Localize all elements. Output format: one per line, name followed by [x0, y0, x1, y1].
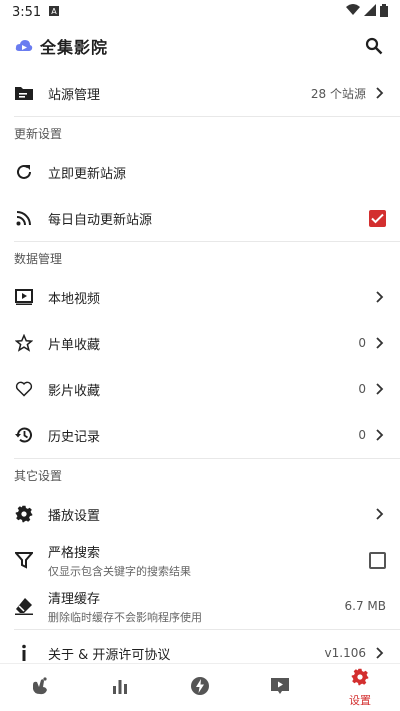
playback-settings-label: 播放设置: [48, 508, 101, 524]
tab-discover[interactable]: [160, 664, 240, 711]
tab-settings[interactable]: 设置: [320, 664, 400, 711]
auto-update-label: 每日自动更新站源: [48, 212, 153, 228]
clear-cache-label: 清理缓存: [48, 591, 101, 607]
version-value: v1.106: [324, 646, 366, 660]
star-icon: [14, 333, 34, 353]
strict-search-texts: 严格搜索 仅显示包含关键字的搜索结果: [48, 542, 191, 579]
gear-icon: [14, 504, 34, 524]
history-label: 历史记录: [48, 429, 101, 445]
source-count: 28 个站源: [310, 86, 366, 101]
chevron-right-icon: [376, 336, 386, 350]
signal-icon: [364, 4, 376, 20]
source-management-row[interactable]: 站源管理 28 个站源: [0, 70, 400, 116]
history-icon: [14, 425, 34, 445]
section-header-other: 其它设置: [14, 468, 63, 483]
playlist-favorites-label: 片单收藏: [48, 337, 101, 353]
tab-video[interactable]: [240, 664, 320, 711]
movie-favorites-count: 0: [358, 382, 366, 396]
folder-icon: [14, 83, 34, 103]
history-count: 0: [358, 428, 366, 442]
tab-home[interactable]: [0, 664, 80, 711]
local-video-label: 本地视频: [48, 291, 101, 307]
wifi-icon: [346, 4, 360, 20]
chevron-right-icon: [376, 428, 386, 442]
eraser-icon: [14, 596, 34, 616]
playback-settings-row[interactable]: 播放设置: [0, 491, 400, 537]
app-title: 全集影院: [40, 38, 109, 57]
update-now-label: 立即更新站源: [48, 166, 127, 182]
auto-update-checkbox[interactable]: [369, 209, 386, 227]
status-time: 3:51: [12, 4, 42, 20]
about-row[interactable]: 关于 & 开源许可协议 v1.106: [0, 630, 400, 664]
source-management-label: 站源管理: [48, 87, 101, 103]
playlist-favorites-count: 0: [358, 336, 366, 350]
playlist-favorites-row[interactable]: 片单收藏 0: [0, 320, 400, 366]
svg-text:A: A: [51, 7, 57, 16]
clear-cache-description: 删除临时缓存不会影响程序使用: [48, 610, 202, 624]
tab-rank[interactable]: [80, 664, 160, 711]
video-library-icon: [14, 287, 34, 307]
filter-icon: [14, 550, 34, 570]
notification-a-icon: A: [49, 5, 60, 20]
strict-search-label: 严格搜索: [48, 545, 101, 561]
section-header-data: 数据管理: [14, 251, 63, 266]
info-icon: [14, 643, 34, 663]
status-bar: 3:51 A: [0, 0, 400, 24]
chart-icon: [111, 677, 129, 699]
chevron-right-icon: [376, 507, 386, 521]
rss-icon: [14, 208, 34, 228]
strict-search-description: 仅显示包含关键字的搜索结果: [48, 564, 191, 578]
battery-icon: [380, 3, 388, 21]
strict-search-checkbox[interactable]: [369, 551, 386, 569]
chevron-right-icon: [376, 646, 386, 660]
about-label: 关于 & 开源许可协议: [48, 647, 171, 663]
flash-icon: [190, 676, 210, 700]
search-icon[interactable]: [362, 34, 386, 58]
app-logo-icon: [14, 36, 34, 56]
refresh-icon: [14, 162, 34, 182]
cache-size: 6.7 MB: [344, 599, 386, 613]
strict-search-row[interactable]: 严格搜索 仅显示包含关键字的搜索结果: [0, 537, 400, 583]
video-icon: [270, 677, 290, 699]
settings-icon: [351, 668, 369, 690]
app-bar: 全集影院: [0, 24, 400, 68]
section-header-update: 更新设置: [14, 126, 63, 141]
settings-list: 站源管理 28 个站源 更新设置 立即更新站源 每日自动更新站源 数据管理 本地…: [0, 70, 400, 664]
clear-cache-texts: 清理缓存 删除临时缓存不会影响程序使用: [48, 588, 202, 625]
chevron-right-icon: [376, 290, 386, 304]
history-row[interactable]: 历史记录 0: [0, 412, 400, 458]
local-video-row[interactable]: 本地视频: [0, 274, 400, 320]
bottom-navigation: 设置: [0, 663, 400, 711]
clear-cache-row[interactable]: 清理缓存 删除临时缓存不会影响程序使用 6.7 MB: [0, 583, 400, 629]
movie-favorites-row[interactable]: 影片收藏 0: [0, 366, 400, 412]
chevron-right-icon: [376, 382, 386, 396]
movie-favorites-label: 影片收藏: [48, 383, 101, 399]
heart-icon: [14, 379, 34, 399]
update-now-row[interactable]: 立即更新站源: [0, 149, 400, 195]
home-icon: [30, 676, 50, 700]
auto-update-row[interactable]: 每日自动更新站源: [0, 195, 400, 241]
tab-settings-label: 设置: [349, 693, 371, 707]
chevron-right-icon: [376, 86, 386, 100]
